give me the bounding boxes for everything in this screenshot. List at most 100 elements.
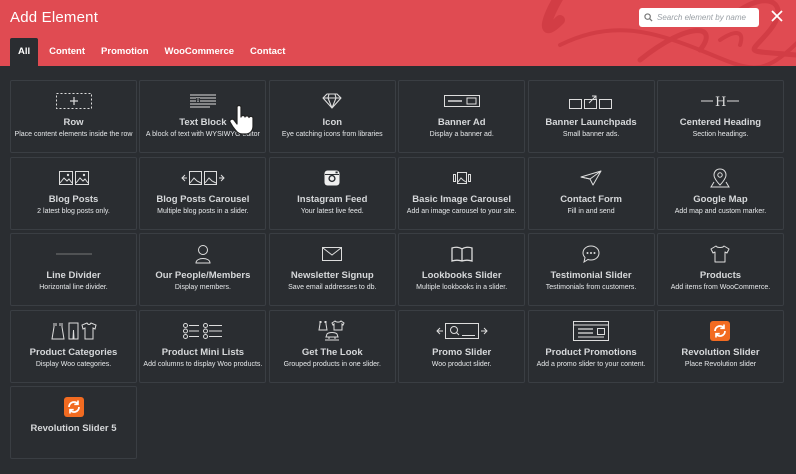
element-testimonial-slider[interactable]: Testimonial Slider Testimonials from cus… <box>527 233 655 306</box>
blog-carousel-icon <box>140 167 265 189</box>
element-desc: Horizontal line divider. <box>39 284 108 291</box>
element-banner-ad[interactable]: Banner Ad Display a banner ad. <box>398 80 526 153</box>
revolution-icon <box>658 320 783 342</box>
element-newsletter-signup[interactable]: Newsletter Signup Save email addresses t… <box>268 233 396 306</box>
element-instagram-feed[interactable]: Instagram Feed Your latest live feed. <box>268 156 396 230</box>
element-blog-posts[interactable]: Blog Posts 2 latest blog posts only. <box>10 156 137 230</box>
element-product-mini-lists[interactable]: Product Mini Lists Add columns to displa… <box>139 309 267 383</box>
element-name: Revolution Slider <box>681 346 760 358</box>
element-desc: Add columns to display Woo products. <box>143 360 263 368</box>
element-name: Promo Slider <box>432 346 492 358</box>
tab-content[interactable]: Content <box>41 38 93 66</box>
instagram-icon <box>270 167 395 189</box>
element-desc: Multiple blog posts in a slider. <box>157 207 249 215</box>
element-row[interactable]: Row Place content elements inside the ro… <box>10 80 137 153</box>
element-grid: Row Place content elements inside the ro… <box>10 80 784 459</box>
element-name: Instagram Feed <box>297 193 368 205</box>
element-contact-form[interactable]: Contact Form Fill in and send <box>527 156 655 230</box>
element-desc: 2 latest blog posts only. <box>37 207 110 215</box>
element-desc: Grouped products in one slider. <box>283 360 381 368</box>
search-icon <box>639 8 657 27</box>
element-name: Line Divider <box>46 270 101 281</box>
element-our-people[interactable]: Our People/Members Display members. <box>139 233 267 306</box>
element-name: Basic Image Carousel <box>412 193 512 205</box>
tab-all[interactable]: All <box>10 38 39 66</box>
banner-launchpads-icon <box>529 90 654 112</box>
element-product-promotions[interactable]: Product Promotions Add a promo slider to… <box>527 309 655 383</box>
element-name: Blog Posts <box>48 193 99 205</box>
element-desc: Add an image carousel to your site. <box>406 207 517 215</box>
promotions-icon <box>529 320 654 342</box>
element-desc: Multiple lookbooks in a slider. <box>416 284 508 291</box>
element-name: Google Map <box>693 193 748 205</box>
element-desc: Place content elements inside the row <box>14 131 133 138</box>
plus-box-icon <box>11 90 136 112</box>
tab-woocommerce[interactable]: WooCommerce <box>157 38 243 66</box>
element-desc: Add items from WooCommerce. <box>670 284 771 291</box>
element-revolution-slider-5[interactable]: Revolution Slider 5 <box>10 386 137 459</box>
element-name: Contact Form <box>560 193 622 205</box>
element-get-the-look[interactable]: Get The Look Grouped products in one sli… <box>268 309 396 383</box>
element-basic-image-carousel[interactable]: Basic Image Carousel Add an image carous… <box>398 156 526 230</box>
element-promo-slider[interactable]: Promo Slider Woo product slider. <box>398 309 526 383</box>
element-revolution-slider[interactable]: Revolution Slider Place Revolution slide… <box>656 309 784 383</box>
element-product-categories[interactable]: Product Categories Display Woo categorie… <box>10 309 137 383</box>
line-divider-icon <box>11 243 136 265</box>
element-name: Product Promotions <box>545 346 637 358</box>
element-desc: Display a banner ad. <box>429 131 494 138</box>
element-name: Banner Launchpads <box>545 117 637 128</box>
element-desc: Testimonials from customers. <box>545 284 637 291</box>
shirt-icon <box>658 243 783 265</box>
banner-ad-icon <box>399 90 524 112</box>
promo-slider-icon <box>399 320 524 342</box>
image-carousel-icon <box>399 167 524 189</box>
element-name: Get The Look <box>301 346 363 358</box>
element-desc: Small banner ads. <box>562 131 620 138</box>
clothes-icon <box>11 320 136 342</box>
element-name: Lookbooks Slider <box>421 270 502 281</box>
revolution-icon <box>11 396 136 418</box>
element-products[interactable]: Products Add items from WooCommerce. <box>656 233 784 306</box>
element-icon[interactable]: Icon Eye catching icons from libraries <box>268 80 396 153</box>
element-desc: Place Revolution slider <box>684 360 757 368</box>
element-centered-heading[interactable]: H Centered Heading Section headings. <box>656 80 784 153</box>
element-name: Product Categories <box>29 346 118 358</box>
element-desc: Your latest live feed. <box>300 207 364 215</box>
element-desc: Section headings. <box>692 131 749 138</box>
blog-posts-icon <box>11 167 136 189</box>
element-name: Our People/Members <box>155 270 251 281</box>
list-icon <box>140 320 265 342</box>
close-icon[interactable] <box>770 9 784 23</box>
element-desc: Display Woo categories. <box>35 360 112 368</box>
element-desc: Fill in and send <box>567 207 615 215</box>
tab-promotion[interactable]: Promotion <box>93 38 157 66</box>
heading-icon: H <box>658 90 783 112</box>
envelope-icon <box>270 243 395 265</box>
element-desc: Save email addresses to db. <box>288 284 377 291</box>
element-name: Product Mini Lists <box>161 346 245 358</box>
search-box[interactable] <box>639 8 759 27</box>
element-desc: Add map and custom marker. <box>674 207 767 215</box>
search-input[interactable] <box>657 9 755 26</box>
category-tabs: All Content Promotion WooCommerce Contac… <box>10 38 293 66</box>
svg-text:H: H <box>715 95 726 109</box>
element-desc: Woo product slider. <box>431 360 492 368</box>
element-lookbooks-slider[interactable]: Lookbooks Slider Multiple lookbooks in a… <box>398 233 526 306</box>
element-name: Centered Heading <box>679 117 762 128</box>
element-desc: Display members. <box>174 284 231 291</box>
chat-bubble-icon <box>529 243 654 265</box>
element-blog-posts-carousel[interactable]: Blog Posts Carousel Multiple blog posts … <box>139 156 267 230</box>
element-name: Icon <box>322 117 343 128</box>
person-icon <box>140 243 265 265</box>
element-google-map[interactable]: Google Map Add map and custom marker. <box>656 156 784 230</box>
element-name: Testimonial Slider <box>550 270 632 281</box>
modal-header: Add Element All Content Promotion WooCom… <box>0 0 796 66</box>
tab-contact[interactable]: Contact <box>242 38 293 66</box>
element-name: Newsletter Signup <box>290 270 374 281</box>
element-name: Products <box>699 270 742 281</box>
element-banner-launchpads[interactable]: Banner Launchpads Small banner ads. <box>527 80 655 153</box>
modal-title: Add Element <box>10 9 99 26</box>
element-line-divider[interactable]: Line Divider Horizontal line divider. <box>10 233 137 306</box>
element-desc: Eye catching icons from libraries <box>281 131 383 138</box>
map-pin-icon <box>658 167 783 189</box>
